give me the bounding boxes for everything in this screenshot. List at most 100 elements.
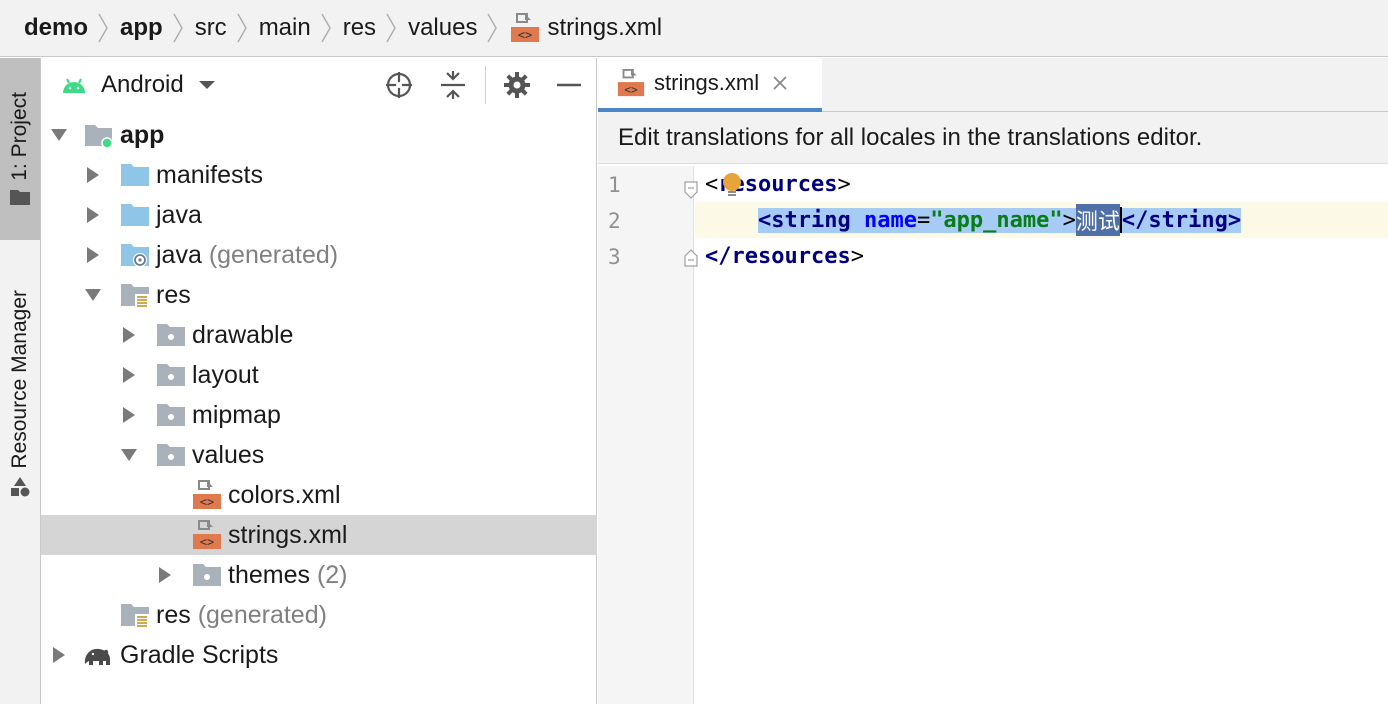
breadcrumb-label: demo [24,14,89,41]
tree-item-drawable[interactable]: drawable [41,315,597,355]
resource-manager-icon [11,477,30,497]
gear-icon [504,72,530,98]
tree-item-label: values [192,441,265,469]
collapse-all-button[interactable] [437,69,469,101]
breadcrumb-label: main [258,14,311,41]
settings-button[interactable] [501,69,533,101]
module-folder-icon [85,125,113,149]
tree-item-label: drawable [192,321,294,349]
tool-tab-resource-manager-label: Resource Manager [8,289,31,469]
tool-tab-project[interactable]: 1: Project [0,58,40,240]
tree-item-java[interactable]: java [41,195,597,235]
resource-folder-icon [121,284,149,308]
breadcrumb-separator-icon [487,13,498,43]
breadcrumb-separator-icon [237,13,247,43]
collapsed-arrow-icon[interactable] [121,407,137,423]
hide-panel-button[interactable] [553,69,585,101]
svg-text:<>: <> [518,28,532,42]
tree-item-values[interactable]: values [41,435,597,475]
breadcrumb-item-strings-xml[interactable]: <> strings.xml [509,0,662,56]
editor-area: <> strings.xml Edit translations for all… [598,58,1388,704]
translations-editor-banner[interactable]: Edit translations for all locales in the… [598,112,1388,164]
project-view-selector[interactable]: Android [101,71,184,99]
code-token: </ [705,243,732,269]
breadcrumb-item-demo[interactable]: demo [24,0,120,56]
tree-item-manifests[interactable]: manifests [41,155,597,195]
tree-item-themes[interactable]: themes (2) [41,555,597,595]
collapsed-arrow-icon[interactable] [121,367,137,383]
tree-item-app[interactable]: app [41,115,597,155]
code-token: > [850,243,864,269]
folder-icon [157,364,185,386]
breadcrumb-label: values [408,14,478,41]
folder-icon [121,164,149,186]
breadcrumb-item-src[interactable]: src [195,0,259,56]
folder-icon [157,404,185,426]
editor-tab-strings-xml[interactable]: <> strings.xml [598,58,822,112]
code-token: "app_name" [930,207,1063,233]
collapsed-arrow-icon[interactable] [85,207,101,223]
tool-window-strip: 1: Project Resource Manager [0,58,41,704]
close-icon[interactable] [771,74,789,92]
breadcrumb-label: strings.xml [547,14,663,41]
breadcrumb-label: res [342,14,377,41]
line-number: 2 [608,209,621,233]
collapsed-arrow-icon[interactable] [121,327,137,343]
svg-text:<>: <> [200,495,214,509]
tree-item-label: layout [192,361,259,389]
code-token: resources [731,243,851,269]
tree-item-label: mipmap [192,401,281,429]
collapsed-arrow-icon[interactable] [157,567,173,583]
dropdown-arrow-icon[interactable] [198,79,216,91]
project-panel: Android app manifests java java (generat… [41,58,597,704]
select-opened-file-button[interactable] [383,69,415,101]
editor-tab-bar: <> strings.xml [598,58,1388,112]
tree-item-label: themes (2) [228,561,348,589]
expanded-arrow-icon[interactable] [51,127,67,143]
xml-file-icon: <> [193,480,221,509]
tree-item-mipmap[interactable]: mipmap [41,395,597,435]
code-line-3: </resources > [695,238,1388,274]
expanded-arrow-icon[interactable] [85,287,101,303]
generated-source-folder-icon [121,244,149,267]
collapsed-arrow-icon[interactable] [85,167,101,183]
breadcrumb-separator-icon [173,13,183,43]
xml-file-icon: <> [617,68,645,96]
breadcrumb-label: app [120,14,163,41]
breadcrumb-item-values[interactable]: values [408,0,509,56]
line-number-gutter[interactable]: 1 2 3 [598,166,698,704]
folder-icon [10,190,30,206]
tree-item-java-generated[interactable]: java (generated) [41,235,597,275]
code-editor[interactable]: < resources > <string name = "app_name" > 测试 </… [695,166,1388,704]
code-token: > [837,171,851,197]
collapse-all-icon [441,71,465,99]
breadcrumb-item-res[interactable]: res [343,0,408,56]
breadcrumb-label: src [194,14,227,41]
tree-item-colors-xml[interactable]: <> colors.xml [41,475,597,515]
collapsed-arrow-icon[interactable] [85,247,101,263]
crosshair-icon [386,72,412,98]
tree-item-gradle-scripts[interactable]: Gradle Scripts [41,635,597,675]
code-line-2: <string name = "app_name" > 测试 </string > [695,202,1388,238]
code-token: < [705,171,719,197]
tool-tab-resource-manager[interactable]: Resource Manager [0,264,40,524]
tree-item-strings-xml[interactable]: <> strings.xml [41,515,597,555]
code-token: > [1227,207,1242,233]
breadcrumb-item-app[interactable]: app [120,0,195,56]
tree-item-label: strings.xml [228,521,348,549]
tree-item-res[interactable]: res [41,275,597,315]
tree-item-layout[interactable]: layout [41,355,597,395]
breadcrumb-separator-icon [386,13,396,43]
lightbulb-icon[interactable] [720,172,744,200]
tree-item-res-generated[interactable]: res (generated) [41,595,597,635]
tool-tab-project-label: 1: Project [8,91,31,181]
breadcrumb-item-main[interactable]: main [259,0,343,56]
collapsed-arrow-icon[interactable] [51,647,67,663]
folder-icon [157,324,185,346]
android-icon [63,78,85,93]
svg-text:<>: <> [624,83,638,96]
expanded-arrow-icon[interactable] [121,447,137,463]
code-token: </ [1121,207,1149,233]
breadcrumb-separator-icon [98,13,108,43]
